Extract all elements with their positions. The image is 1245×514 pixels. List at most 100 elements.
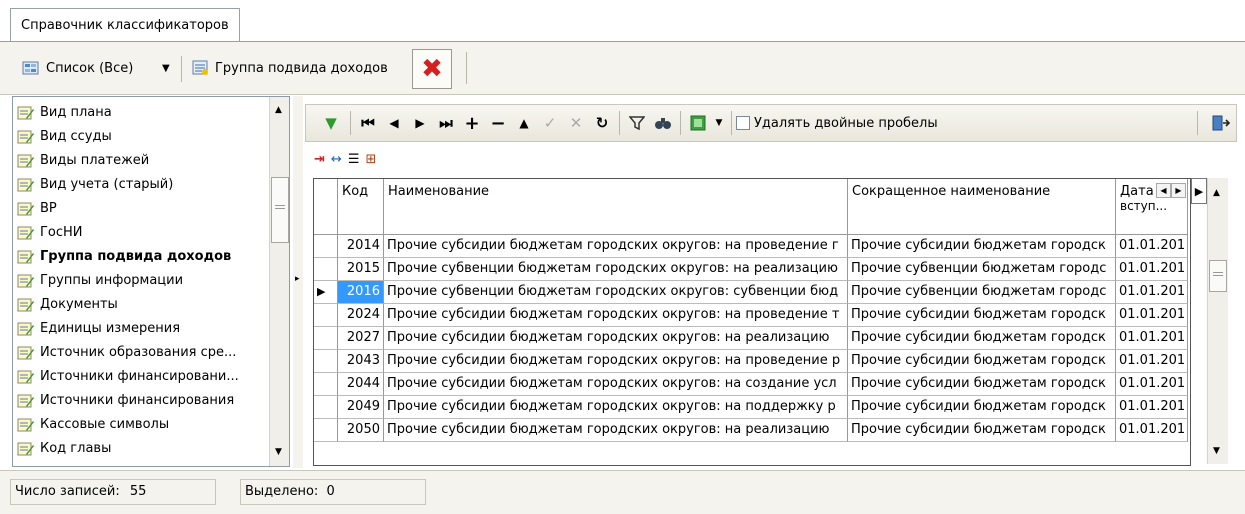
swap-icon[interactable]: ↔ bbox=[331, 152, 342, 167]
row-indicator[interactable] bbox=[314, 419, 338, 442]
column-header-name[interactable]: Наименование bbox=[384, 179, 848, 235]
table-row[interactable]: 2050 Прочие субсидии бюджетам городских о… bbox=[314, 419, 1190, 442]
cell-code[interactable]: 2016 bbox=[338, 281, 384, 304]
column-header-short[interactable]: Сокращенное наименование bbox=[848, 179, 1116, 235]
scroll-up-icon[interactable]: ▲ bbox=[275, 105, 282, 115]
cell-name[interactable]: Прочие субсидии бюджетам городских округ… bbox=[384, 350, 848, 373]
cell-date[interactable]: 01.01.201 bbox=[1116, 281, 1188, 304]
column-header-code[interactable]: Код bbox=[338, 179, 384, 235]
filter-icon[interactable]: ▼ bbox=[316, 112, 346, 134]
sidebar-item[interactable]: Вид ссуды bbox=[13, 125, 112, 148]
sidebar-item[interactable]: Документы bbox=[13, 293, 118, 316]
table-row[interactable]: 2043 Прочие субсидии бюджетам городских о… bbox=[314, 350, 1190, 373]
row-indicator[interactable] bbox=[314, 373, 338, 396]
refresh-icon[interactable]: ↻ bbox=[589, 112, 615, 134]
cell-name[interactable]: Прочие субсидии бюджетам городских округ… bbox=[384, 327, 848, 350]
cell-name[interactable]: Прочие субвенции бюджетам городских окру… bbox=[384, 258, 848, 281]
grid-scrollbar[interactable]: ▲ ▼ bbox=[1207, 178, 1228, 464]
cell-date[interactable]: 01.01.201 bbox=[1116, 258, 1188, 281]
cancel-icon[interactable]: ✕ bbox=[563, 112, 589, 134]
export-dropdown-icon[interactable]: ▼ bbox=[711, 112, 727, 134]
sidebar-item[interactable]: ВР bbox=[13, 197, 57, 220]
row-indicator[interactable] bbox=[314, 235, 338, 258]
pane-splitter[interactable]: ▸ bbox=[293, 96, 303, 468]
sidebar-item[interactable]: Код главы bbox=[13, 437, 111, 460]
scroll-down-icon[interactable]: ▼ bbox=[275, 447, 282, 457]
grid-column-scroll-right-icon[interactable]: ▶ bbox=[1191, 178, 1207, 204]
list-selector-button[interactable]: Список (Все) bbox=[22, 53, 133, 83]
up-icon[interactable]: ▲ bbox=[511, 112, 537, 134]
prev-icon[interactable]: ◀ bbox=[381, 112, 407, 134]
classifier-list-scrollbar[interactable]: ▲ ▼ bbox=[269, 97, 289, 466]
sidebar-item[interactable]: Группы информации bbox=[13, 269, 183, 292]
cell-short-name[interactable]: Прочие субсидии бюджетам городск bbox=[848, 350, 1116, 373]
sidebar-item[interactable]: Вид плана bbox=[13, 101, 112, 124]
scroll-thumb[interactable] bbox=[271, 177, 289, 243]
row-indicator[interactable] bbox=[314, 258, 338, 281]
cell-short-name[interactable]: Прочие субсидии бюджетам городск bbox=[848, 373, 1116, 396]
cell-code[interactable]: 2043 bbox=[338, 350, 384, 373]
sidebar-item[interactable]: Кассовые символы bbox=[13, 413, 169, 436]
table-row[interactable]: 2015 Прочие субвенции бюджетам городских … bbox=[314, 258, 1190, 281]
cell-code[interactable]: 2024 bbox=[338, 304, 384, 327]
cell-name[interactable]: Прочие субсидии бюджетам городских округ… bbox=[384, 396, 848, 419]
sidebar-item[interactable]: Единицы измерения bbox=[13, 317, 180, 340]
sidebar-item[interactable]: Вид учета (старый) bbox=[13, 173, 173, 196]
cell-date[interactable]: 01.01.201 bbox=[1116, 419, 1188, 442]
sidebar-item[interactable]: Виды платежей bbox=[13, 149, 149, 172]
table-row[interactable]: 2044 Прочие субсидии бюджетам городских о… bbox=[314, 373, 1190, 396]
tab-classifiers[interactable]: Справочник классификаторов bbox=[10, 8, 240, 42]
grid-scroll-thumb[interactable] bbox=[1209, 260, 1227, 292]
table-row[interactable]: 2049 Прочие субсидии бюджетам городских о… bbox=[314, 396, 1190, 419]
cell-short-name[interactable]: Прочие субсидии бюджетам городск bbox=[848, 235, 1116, 258]
cell-code[interactable]: 2027 bbox=[338, 327, 384, 350]
grid-scroll-up-icon[interactable]: ▲ bbox=[1213, 188, 1220, 198]
cell-short-name[interactable]: Прочие субсидии бюджетам городск bbox=[848, 396, 1116, 419]
sort-icon[interactable]: ☰ bbox=[348, 152, 360, 167]
cell-name[interactable]: Прочие субвенции бюджетам городских окру… bbox=[384, 281, 848, 304]
grid-corner[interactable] bbox=[314, 179, 338, 235]
cell-short-name[interactable]: Прочие субсидии бюджетам городск bbox=[848, 304, 1116, 327]
cell-short-name[interactable]: Прочие субсидии бюджетам городск bbox=[848, 327, 1116, 350]
cell-code[interactable]: 2050 bbox=[338, 419, 384, 442]
cell-short-name[interactable]: Прочие субсидии бюджетам городск bbox=[848, 419, 1116, 442]
cell-code[interactable]: 2015 bbox=[338, 258, 384, 281]
cell-name[interactable]: Прочие субсидии бюджетам городских округ… bbox=[384, 235, 848, 258]
list-dropdown-button[interactable]: ▼ bbox=[162, 53, 170, 83]
remove-icon[interactable]: − bbox=[485, 112, 511, 134]
grid-scroll-down-icon[interactable]: ▼ bbox=[1213, 446, 1220, 456]
sidebar-item[interactable]: Источники финансирования bbox=[13, 389, 234, 412]
sidebar-item[interactable]: Группа подвида доходов bbox=[13, 245, 231, 268]
cell-code[interactable]: 2044 bbox=[338, 373, 384, 396]
cell-date[interactable]: 01.01.201 bbox=[1116, 327, 1188, 350]
table-row[interactable]: 2024 Прочие субсидии бюджетам городских о… bbox=[314, 304, 1190, 327]
table-row[interactable]: 2014 Прочие субсидии бюджетам городских о… bbox=[314, 235, 1190, 258]
cell-date[interactable]: 01.01.201 bbox=[1116, 396, 1188, 419]
find-icon[interactable] bbox=[650, 112, 676, 134]
exit-icon[interactable] bbox=[1206, 112, 1236, 134]
table-row[interactable]: ▶ 2016 Прочие субвенции бюджетам городских… bbox=[314, 281, 1190, 304]
double-spaces-checkbox[interactable] bbox=[736, 116, 750, 130]
cell-date[interactable]: 01.01.201 bbox=[1116, 235, 1188, 258]
last-icon[interactable]: ⏭ bbox=[433, 112, 459, 134]
header-scroll-left-icon[interactable]: ◀ bbox=[1156, 183, 1171, 198]
next-icon[interactable]: ▶ bbox=[407, 112, 433, 134]
row-indicator[interactable] bbox=[314, 350, 338, 373]
cell-date[interactable]: 01.01.201 bbox=[1116, 304, 1188, 327]
row-indicator[interactable] bbox=[314, 304, 338, 327]
cell-date[interactable]: 01.01.201 bbox=[1116, 373, 1188, 396]
row-indicator[interactable] bbox=[314, 327, 338, 350]
close-button[interactable]: ✖ bbox=[412, 49, 452, 89]
cell-short-name[interactable]: Прочие субвенции бюджетам городс bbox=[848, 258, 1116, 281]
cell-name[interactable]: Прочие субсидии бюджетам городских округ… bbox=[384, 304, 848, 327]
first-icon[interactable]: ⏮ bbox=[355, 112, 381, 134]
header-scroll-arrows[interactable]: ◀ ▶ bbox=[1156, 183, 1186, 198]
export-icon[interactable] bbox=[685, 112, 711, 134]
row-indicator[interactable] bbox=[314, 396, 338, 419]
sidebar-item[interactable]: Источники финансировани... bbox=[13, 365, 239, 388]
insert-row-icon[interactable]: ⇥ bbox=[314, 152, 325, 167]
sidebar-item[interactable]: Источник образования сре... bbox=[13, 341, 236, 364]
cell-name[interactable]: Прочие субсидии бюджетам городских округ… bbox=[384, 373, 848, 396]
header-scroll-right-icon[interactable]: ▶ bbox=[1171, 183, 1186, 198]
cell-date[interactable]: 01.01.201 bbox=[1116, 350, 1188, 373]
